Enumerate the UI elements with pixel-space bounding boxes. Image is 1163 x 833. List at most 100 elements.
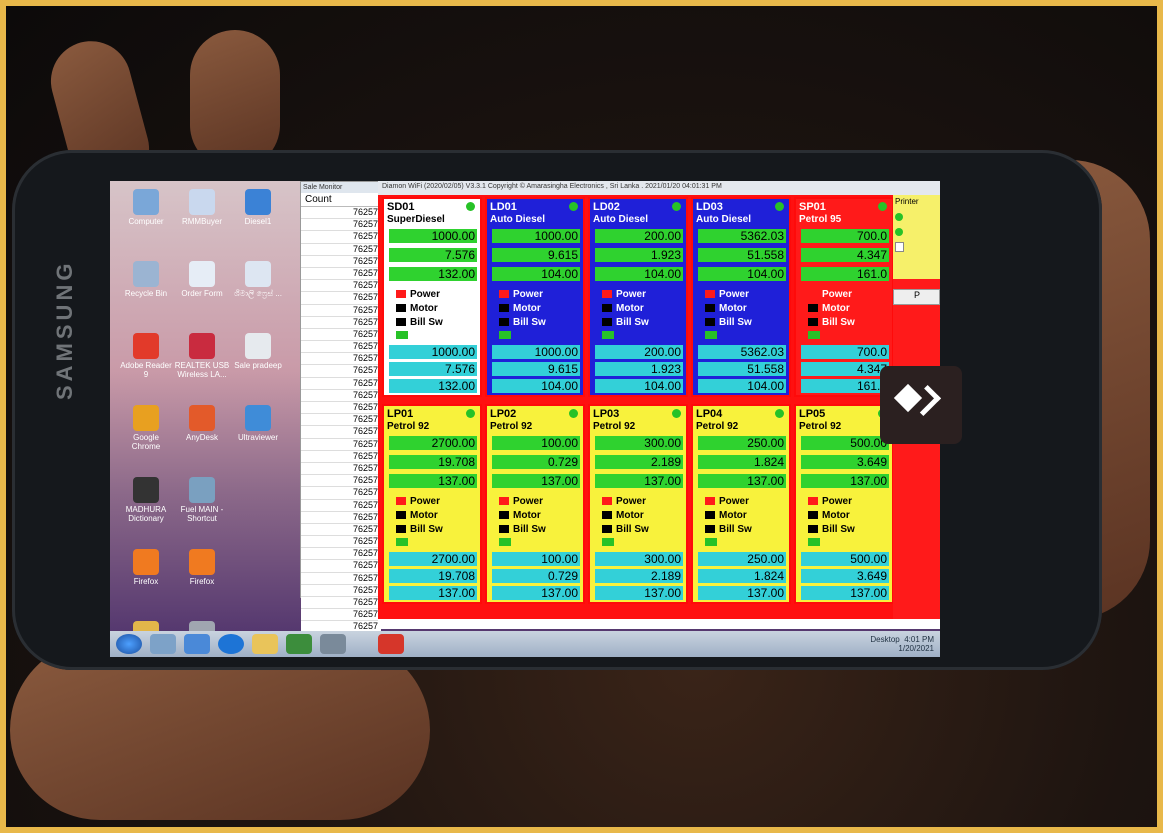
sale-monitor-window[interactable]: Sale Monitor Count 76257 76257 76257 76257 7… — [300, 181, 382, 657]
explorer-icon[interactable] — [252, 634, 278, 654]
count-row[interactable]: 76257 — [301, 292, 381, 305]
count-row[interactable]: 76257 — [301, 255, 381, 268]
count-row[interactable]: 76257 — [301, 377, 381, 390]
count-row[interactable]: 76257 — [301, 207, 381, 220]
count-row[interactable]: 76257 — [301, 475, 381, 488]
count-row[interactable]: 76257 — [301, 365, 381, 378]
count-row[interactable]: 76257 — [301, 462, 381, 476]
count-row[interactable]: 76257 — [301, 426, 381, 439]
desktop-icon[interactable]: Firefox — [174, 549, 230, 586]
pump-panel-sd01[interactable]: SD01 SuperDiesel 1000.00 7.576 132.00 Power Mo… — [382, 197, 482, 397]
bill-indicator: Bill Sw — [602, 317, 649, 328]
desktop-icon-label: Adobe Reader 9 — [120, 361, 172, 379]
top-reading: 4.347 — [801, 248, 889, 262]
count-row[interactable]: 76257 — [301, 280, 381, 293]
count-row[interactable]: 76257 — [301, 609, 381, 622]
power-lamp-icon — [396, 497, 406, 506]
pump-panel-lp04[interactable]: LP04 Petrol 92 250.00 1.824 137.00 Power Motor… — [691, 404, 791, 604]
pump-panel-lp05[interactable]: LP05 Petrol 92 500.00 3.649 137.00 Power Motor… — [794, 404, 894, 604]
pump-panel-lp02[interactable]: LP02 Petrol 92 100.00 0.729 137.00 Power Motor… — [485, 404, 585, 604]
count-column-header[interactable]: Count — [301, 193, 381, 207]
bill-indicator: Bill Sw — [808, 317, 855, 328]
taskbar-app-icon[interactable] — [286, 634, 312, 654]
pump-status-icon — [569, 202, 578, 211]
taskbar-app-icon[interactable] — [184, 634, 210, 654]
count-row[interactable]: 76257 — [301, 548, 381, 561]
desktop-icon-label: Google Chrome — [131, 433, 161, 451]
anydesk-floating-button[interactable] — [880, 366, 962, 444]
count-row[interactable]: 76257 — [301, 267, 381, 281]
printer-button[interactable]: P — [893, 289, 940, 305]
start-button[interactable] — [116, 634, 142, 654]
count-row[interactable]: 76257 — [301, 219, 381, 232]
printer-checkbox[interactable] — [895, 242, 904, 252]
desktop-icon-label: Firefox — [133, 577, 159, 586]
desktop-icon[interactable]: AnyDesk — [174, 405, 230, 442]
count-row[interactable]: 76257 — [301, 316, 381, 329]
count-row[interactable]: 76257 — [301, 597, 381, 610]
top-reading: 104.00 — [595, 267, 683, 281]
desktop-icon[interactable]: Ultraviewer — [230, 405, 286, 442]
count-row[interactable]: 76257 — [301, 450, 381, 463]
desktop-icon[interactable]: Sale pradeep — [230, 333, 286, 370]
anydesk-taskbar-icon[interactable] — [378, 634, 404, 654]
count-row[interactable]: 76257 — [301, 414, 381, 427]
pump-panel-ld02[interactable]: LD02 Auto Diesel 200.00 1.923 104.00 Power Mot… — [588, 197, 688, 397]
pump-panel-ld03[interactable]: LD03 Auto Diesel 5362.03 51.558 104.00 Power M… — [691, 197, 791, 397]
count-row[interactable]: 76257 — [301, 231, 381, 244]
desktop-icon[interactable]: Adobe Reader 9 — [118, 333, 174, 379]
desktop-icon[interactable]: Firefox — [118, 549, 174, 586]
taskbar-app-icon[interactable] — [320, 634, 346, 654]
remote-screen: Computer RMMBuyer Diesel1 Recycle Bin Order … — [110, 181, 940, 657]
count-row[interactable]: 76257 — [301, 438, 381, 451]
count-row[interactable]: 76257 — [301, 243, 381, 256]
count-row[interactable]: 76257 — [301, 511, 381, 524]
power-indicator: Power — [396, 289, 440, 300]
top-reading: 132.00 — [389, 267, 477, 281]
count-row[interactable]: 76257 — [301, 402, 381, 415]
pump-panel-lp03[interactable]: LP03 Petrol 92 300.00 2.189 137.00 Power Motor… — [588, 404, 688, 604]
count-row[interactable]: 76257 — [301, 341, 381, 354]
ie-icon[interactable] — [218, 634, 244, 654]
count-row[interactable]: 76257 — [301, 523, 381, 537]
count-row[interactable]: 76257 — [301, 389, 381, 402]
count-row[interactable]: 76257 — [301, 572, 381, 585]
bottom-reading: 137.00 — [492, 586, 580, 600]
count-row[interactable]: 76257 — [301, 328, 381, 342]
count-row[interactable]: 76257 — [301, 487, 381, 500]
app-icon — [189, 549, 215, 575]
bill-lamp-icon — [499, 318, 509, 327]
count-row[interactable]: 76257 — [301, 353, 381, 366]
desktop-icon[interactable]: Recycle Bin — [118, 261, 174, 298]
desktop-icon[interactable]: RMMBuyer — [174, 189, 230, 226]
count-row[interactable]: 76257 — [301, 560, 381, 573]
count-row[interactable]: 76257 — [301, 584, 381, 597]
count-row[interactable]: 76257 — [301, 304, 381, 317]
motor-lamp-icon — [499, 304, 509, 313]
pump-panel-ld01[interactable]: LD01 Auto Diesel 1000.00 9.615 104.00 Power Mo… — [485, 197, 585, 397]
motor-lamp-icon — [602, 511, 612, 520]
desktop-icon[interactable]: MADHURA Dictionary — [118, 477, 174, 523]
desktop-icon[interactable]: ශීමාලි ෆ්‍රෙස් ... — [230, 261, 286, 298]
desktop-icon-label: MADHURA Dictionary — [125, 505, 167, 523]
pump-panel-lp01[interactable]: LP01 Petrol 92 2700.00 19.708 137.00 Power Mot… — [382, 404, 482, 604]
pump-panel-sp01[interactable]: SP01 Petrol 95 700.0 4.347 161.0 Power Motor Bi… — [794, 197, 894, 397]
desktop-icon[interactable]: Computer — [118, 189, 174, 226]
power-lamp-icon — [602, 497, 612, 506]
desktop-icon[interactable]: Fuel MAIN - Shortcut — [174, 477, 230, 523]
bottom-reading: 137.00 — [801, 586, 889, 600]
desktop-icon[interactable]: REALTEK USB Wireless LA... — [174, 333, 230, 379]
power-indicator: Power — [808, 289, 852, 300]
taskbar-app-icon[interactable] — [150, 634, 176, 654]
count-row[interactable]: 76257 — [301, 499, 381, 512]
motor-lamp-icon — [499, 511, 509, 520]
desktop-icon[interactable]: Diesel1 — [230, 189, 286, 226]
motor-label: Motor — [719, 510, 747, 521]
desktop-label[interactable]: Desktop — [870, 635, 899, 644]
count-row[interactable]: 76257 — [301, 536, 381, 549]
desktop-icon[interactable]: Order Form — [174, 261, 230, 298]
dispenser-window[interactable]: Diamon WiFi (2020/02/05) V3.3.1 Copyrigh… — [378, 181, 940, 629]
desktop-icon[interactable]: Google Chrome — [118, 405, 174, 451]
motor-lamp-icon — [705, 304, 715, 313]
desktop-icon-label: RMMBuyer — [181, 217, 222, 226]
